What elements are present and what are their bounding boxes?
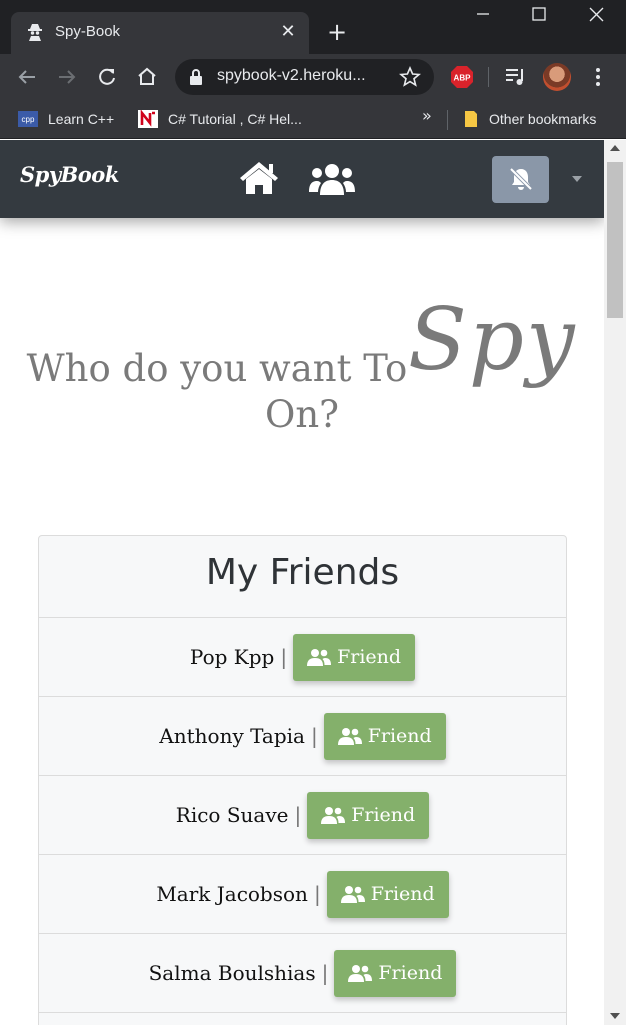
friends-card-title: My Friends xyxy=(205,552,400,593)
users-icon xyxy=(321,807,346,824)
svg-text:ABP: ABP xyxy=(454,74,472,83)
friend-name: Mark Jacobson xyxy=(156,882,308,906)
home-browser-icon[interactable] xyxy=(134,64,160,90)
friend-separator: | xyxy=(313,882,321,906)
page-viewport: SpyBook Who do you want To On? Spy My Fr… xyxy=(0,140,604,1025)
friend-row: Pop Kpp | Friend xyxy=(39,618,566,697)
spy-favicon-icon xyxy=(28,24,42,41)
svg-text:cpp: cpp xyxy=(22,115,35,124)
caret-down-icon[interactable] xyxy=(572,176,582,182)
bookmark-other[interactable]: Other bookmarks xyxy=(463,107,596,131)
friend-button-label: Friend xyxy=(351,804,416,826)
bell-slash-icon xyxy=(509,167,533,191)
page-scrollbar[interactable] xyxy=(604,140,626,1025)
minimize-icon[interactable] xyxy=(458,0,508,32)
browser-toolbar: spybook-v2.heroku... ABP xyxy=(0,54,626,100)
friends-list: Pop Kpp | Friend Anthony Tapia | Friend xyxy=(39,618,566,1013)
reload-icon[interactable] xyxy=(94,64,120,90)
more-menu-icon[interactable] xyxy=(588,65,608,89)
friend-name: Salma Boulshias xyxy=(148,961,316,985)
notifications-button[interactable] xyxy=(492,156,549,203)
friend-button[interactable]: Friend xyxy=(326,870,449,918)
media-control-icon[interactable] xyxy=(504,66,528,88)
new-tab-icon[interactable]: + xyxy=(324,20,350,46)
friend-button-label: Friend xyxy=(337,646,402,668)
bookmarks-divider xyxy=(447,110,448,130)
address-url: spybook-v2.heroku... xyxy=(217,67,366,84)
friend-button-label: Friend xyxy=(370,883,435,905)
hero-spy-word: Spy xyxy=(408,290,577,390)
tab-title: Spy-Book xyxy=(55,23,121,40)
bookmark-csharp-tutorial[interactable]: C# Tutorial , C# Hel... xyxy=(138,107,302,131)
hero-heading: Who do you want To On? Spy xyxy=(0,290,604,440)
lock-icon xyxy=(190,69,202,85)
friend-separator: | xyxy=(321,961,329,985)
users-icon xyxy=(340,886,365,903)
bookmarks-bar: cpp Learn C++ C# Tutorial , C# Hel... » … xyxy=(0,100,626,139)
profile-avatar[interactable] xyxy=(543,63,571,91)
hero-line2: On? xyxy=(265,393,339,436)
friends-card-header: My Friends xyxy=(39,536,566,618)
friend-row: Rico Suave | Friend xyxy=(39,776,566,855)
tab-close-icon[interactable]: ✕ xyxy=(277,21,299,43)
friend-separator: | xyxy=(280,645,288,669)
friend-button[interactable]: Friend xyxy=(323,712,446,760)
friend-separator: | xyxy=(310,724,318,748)
home-icon[interactable] xyxy=(238,160,280,196)
friend-button-label: Friend xyxy=(378,962,443,984)
friend-button[interactable]: Friend xyxy=(293,633,416,681)
users-icon xyxy=(348,965,373,982)
adblock-icon[interactable]: ABP xyxy=(450,65,474,89)
users-icon xyxy=(337,728,362,745)
friend-row: Mark Jacobson | Friend xyxy=(39,855,566,934)
friend-button[interactable]: Friend xyxy=(334,949,457,997)
address-bar[interactable]: spybook-v2.heroku... xyxy=(175,59,434,95)
toolbar-divider xyxy=(488,67,489,87)
scroll-up-icon[interactable] xyxy=(610,145,620,151)
friends-card: My Friends Pop Kpp | Friend Anthony Tapi… xyxy=(38,535,567,1025)
friend-name: Anthony Tapia xyxy=(159,724,305,748)
forward-arrow-icon[interactable] xyxy=(54,64,80,90)
back-arrow-icon[interactable] xyxy=(14,64,40,90)
friend-button-label: Friend xyxy=(367,725,432,747)
friend-name: Rico Suave xyxy=(175,803,289,827)
folder-icon xyxy=(465,111,477,127)
browser-tab[interactable]: Spy-Book ✕ xyxy=(11,12,309,54)
browser-titlebar: Spy-Book ✕ + xyxy=(0,0,626,54)
friend-row: Salma Boulshias | Friend xyxy=(39,934,566,1013)
cpp-icon: cpp xyxy=(18,111,38,127)
n-icon xyxy=(138,110,158,128)
users-icon xyxy=(307,649,332,666)
friend-name: Pop Kpp xyxy=(189,645,275,669)
users-icon[interactable] xyxy=(308,162,356,196)
hero-line: Who do you want To xyxy=(26,347,408,390)
scroll-thumb[interactable] xyxy=(607,162,623,318)
brand-logo[interactable]: SpyBook xyxy=(20,162,119,187)
bookmark-learn-cpp[interactable]: cpp Learn C++ xyxy=(18,107,114,131)
bookmarks-overflow-icon[interactable]: » xyxy=(422,106,432,125)
friend-button[interactable]: Friend xyxy=(307,791,430,839)
bookmark-star-icon[interactable] xyxy=(399,66,421,88)
window-close-icon[interactable] xyxy=(572,0,622,32)
maximize-icon[interactable] xyxy=(514,0,564,32)
scroll-down-icon[interactable] xyxy=(610,1013,620,1019)
site-navbar: SpyBook xyxy=(0,140,604,218)
friend-row: Anthony Tapia | Friend xyxy=(39,697,566,776)
friend-separator: | xyxy=(294,803,302,827)
